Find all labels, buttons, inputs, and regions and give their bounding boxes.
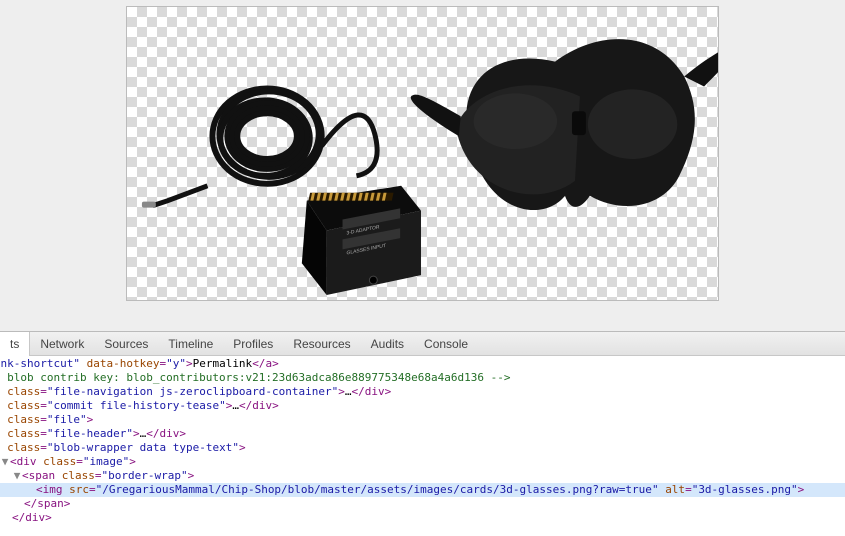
- dom-node[interactable]: <div class="commit file-history-tease">……: [0, 399, 845, 413]
- product-image: 3-D ADAPTOR GLASSES INPUT: [127, 7, 718, 300]
- dom-node[interactable]: ▼<span class="border-wrap">: [0, 469, 845, 483]
- devtools-panel: ts Network Sources Timeline Profiles Res…: [0, 331, 845, 536]
- tab-sources[interactable]: Sources: [94, 332, 158, 356]
- image-preview-frame[interactable]: 3-D ADAPTOR GLASSES INPUT: [126, 6, 719, 301]
- devtools-tab-bar: ts Network Sources Timeline Profiles Res…: [0, 332, 845, 356]
- dom-node[interactable]: malink-shortcut" data-hotkey="y">Permali…: [0, 357, 845, 371]
- dom-node[interactable]: <div class="file-navigation js-zeroclipb…: [0, 385, 845, 399]
- elements-tree[interactable]: malink-shortcut" data-hotkey="y">Permali…: [0, 356, 845, 536]
- tab-elements[interactable]: ts: [0, 332, 30, 356]
- tab-resources[interactable]: Resources: [283, 332, 360, 356]
- dom-node-selected[interactable]: <img src="/GregariousMammal/Chip-Shop/bl…: [0, 483, 845, 497]
- disclosure-triangle-icon[interactable]: ▼: [12, 469, 22, 483]
- dom-node[interactable]: </span>: [0, 497, 845, 511]
- dom-node[interactable]: </div>: [0, 511, 845, 525]
- tab-timeline[interactable]: Timeline: [158, 332, 223, 356]
- dom-node[interactable]: <div class="file-header">…</div>: [0, 427, 845, 441]
- tab-audits[interactable]: Audits: [361, 332, 414, 356]
- tab-profiles[interactable]: Profiles: [223, 332, 283, 356]
- page-viewport: 3-D ADAPTOR GLASSES INPUT: [0, 0, 845, 331]
- src-link[interactable]: /GregariousMammal/Chip-Shop/blob/master/…: [102, 483, 652, 496]
- disclosure-triangle-icon[interactable]: ▼: [0, 455, 10, 469]
- tab-console[interactable]: Console: [414, 332, 478, 356]
- tab-network[interactable]: Network: [30, 332, 94, 356]
- dom-node[interactable]: ▼<div class="image">: [0, 455, 845, 469]
- dom-node[interactable]: <div class="file">: [0, 413, 845, 427]
- dom-node[interactable]: <div class="blob-wrapper data type-text"…: [0, 441, 845, 455]
- dom-comment[interactable]: <!-- blob contrib key: blob_contributors…: [0, 371, 845, 385]
